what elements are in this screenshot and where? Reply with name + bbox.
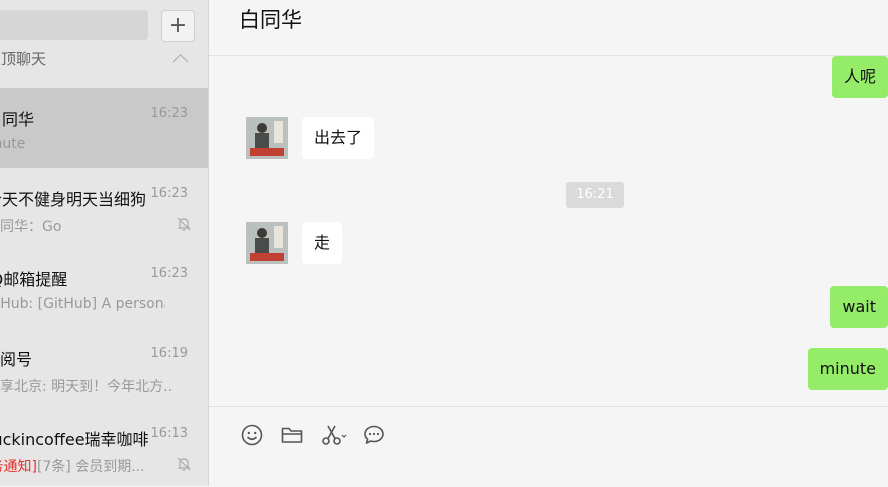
add-button[interactable]: + xyxy=(161,10,195,42)
chat-item-bai-tonghua[interactable]: 白同华 16:23 minute xyxy=(0,88,208,168)
chat-time: 16:23 xyxy=(150,106,188,121)
chat-preview-text: 乐享北京: 明天到！今年北方... xyxy=(0,379,171,395)
chat-preview: 白同华：Go xyxy=(0,216,156,236)
chat-preview: minute xyxy=(0,136,161,152)
message-bubble-outgoing[interactable]: 人呢 xyxy=(831,56,888,98)
service-notice-tag: [服务通知] xyxy=(0,459,37,475)
input-toolbar xyxy=(209,406,888,487)
chat-history-icon[interactable] xyxy=(362,423,386,447)
chat-window: 白同华 人呢 出去了 16:21 走 wait minute xyxy=(209,0,888,486)
chat-header: 白同华 xyxy=(209,0,888,56)
chat-preview: GitHub: [GitHub] A personal ... xyxy=(0,296,165,312)
chat-preview: [服务通知][7条] 会员到期... xyxy=(0,456,156,476)
chat-time: 16:23 xyxy=(150,266,188,281)
chat-time: 16:23 xyxy=(150,186,188,201)
contact-avatar[interactable] xyxy=(246,117,288,159)
chat-sidebar: + 置顶聊天 白同华 16:23 minute 今天不健身明天当细狗 16:23… xyxy=(0,0,209,486)
chevron-up-icon[interactable] xyxy=(172,53,189,70)
avatar-image xyxy=(246,222,288,264)
chat-title-text: QQ邮箱提醒 xyxy=(0,270,68,289)
chat-title: QQ邮箱提醒 xyxy=(0,266,148,290)
add-icon: + xyxy=(168,13,188,38)
scissors-icon[interactable] xyxy=(320,423,348,447)
chat-title-text: 订阅号 xyxy=(0,350,33,369)
emoji-icon[interactable] xyxy=(240,423,264,447)
search-input[interactable] xyxy=(0,10,148,40)
chat-title: 白同华 xyxy=(0,110,35,129)
contact-name: 白同华 xyxy=(239,8,302,32)
chat-item-qq-mail[interactable]: QQ邮箱提醒 16:23 GitHub: [GitHub] A personal… xyxy=(0,248,208,328)
contact-avatar[interactable] xyxy=(246,222,288,264)
chat-title: luckincoffee瑞幸咖啡 xyxy=(0,426,158,450)
chat-title-text: luckincoffee瑞幸咖啡 xyxy=(0,430,149,449)
chat-title: 订阅号 xyxy=(0,346,154,370)
chat-time: 16:13 xyxy=(150,426,188,441)
chat-time: 16:19 xyxy=(150,346,188,361)
message-list[interactable]: 人呢 出去了 16:21 走 wait minute xyxy=(209,56,888,406)
chat-preview-text: 白同华：Go xyxy=(0,219,62,235)
message-bubble-incoming[interactable]: 出去了 xyxy=(302,117,375,159)
folder-icon[interactable] xyxy=(280,423,304,447)
chat-preview-text: GitHub: [GitHub] A personal ... xyxy=(0,296,165,312)
mute-bell-icon xyxy=(177,457,191,471)
chat-item-fitness-group[interactable]: 今天不健身明天当细狗 16:23 白同华：Go xyxy=(0,168,208,248)
pinned-group-label: 置顶聊天 xyxy=(0,50,47,68)
message-bubble-outgoing[interactable]: minute xyxy=(807,348,888,390)
chat-preview-text: minute xyxy=(0,136,26,152)
chat-preview-text: [7条] 会员到期... xyxy=(36,459,145,475)
time-divider: 16:21 xyxy=(566,182,624,208)
chat-item-subscriptions[interactable]: 订阅号 16:19 乐享北京: 明天到！今年北方... xyxy=(0,328,208,408)
mute-bell-icon xyxy=(177,217,191,231)
chat-preview: 乐享北京: 明天到！今年北方... xyxy=(0,376,171,396)
chat-item-luckin-coffee[interactable]: luckincoffee瑞幸咖啡 16:13 [服务通知][7条] 会员到期..… xyxy=(0,408,208,486)
pinned-group-header[interactable]: 置顶聊天 xyxy=(0,46,208,72)
message-bubble-incoming[interactable]: 走 xyxy=(302,222,343,264)
message-bubble-outgoing[interactable]: wait xyxy=(830,286,888,328)
chat-title: 今天不健身明天当细狗 xyxy=(0,190,147,209)
avatar-image xyxy=(246,117,288,159)
